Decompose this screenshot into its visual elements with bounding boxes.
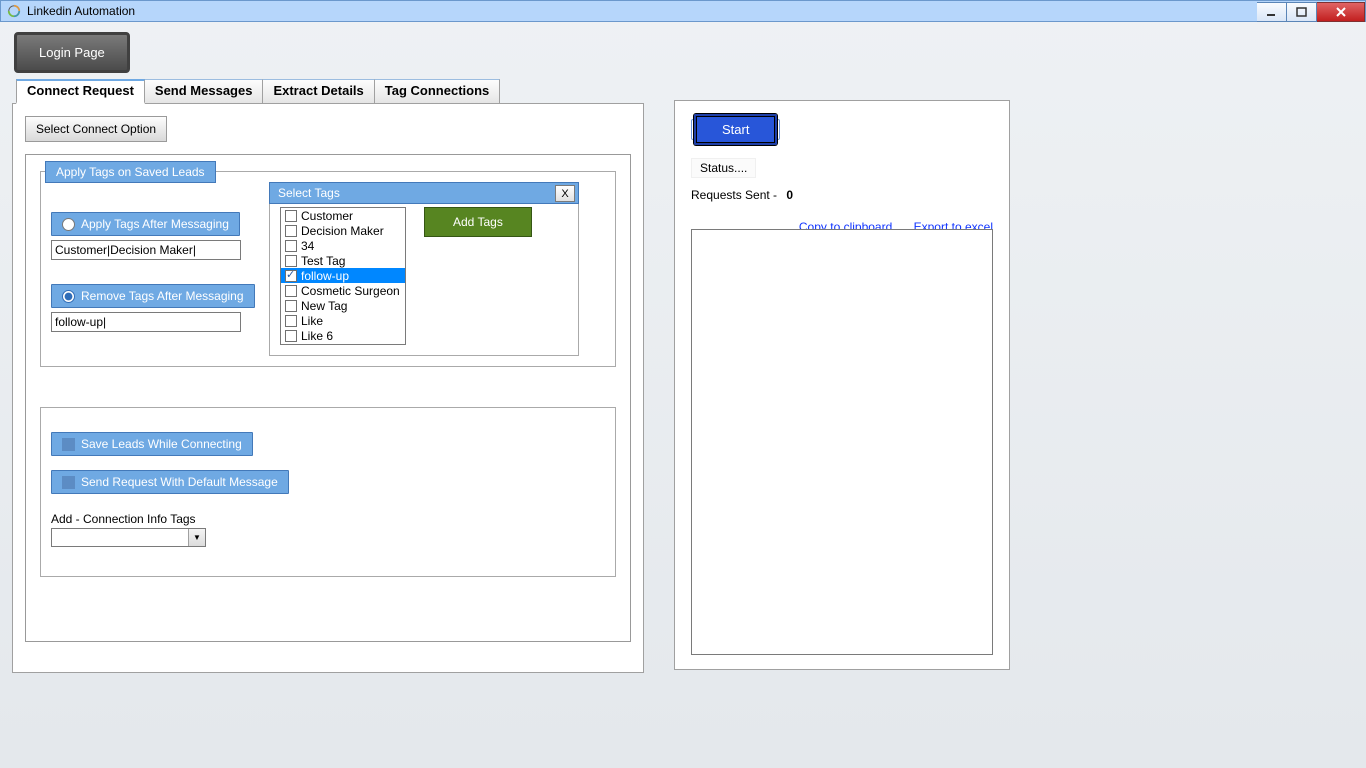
login-page-button[interactable]: Login Page bbox=[14, 32, 130, 73]
select-tags-legend: Select Tags bbox=[278, 186, 340, 200]
tag-item-checkbox[interactable] bbox=[285, 285, 297, 297]
apply-tags-after-label: Apply Tags After Messaging bbox=[81, 217, 229, 231]
window-minimize-button[interactable] bbox=[1257, 2, 1287, 22]
tab-page-connect-request: Select Connect Option Time Delay ( in se… bbox=[12, 103, 644, 673]
window-maximize-button[interactable] bbox=[1287, 2, 1317, 22]
tag-item-checkbox[interactable] bbox=[285, 300, 297, 312]
tag-item-checkbox[interactable] bbox=[285, 225, 297, 237]
chevron-down-icon: ▼ bbox=[188, 529, 205, 546]
tag-item-label: 34 bbox=[301, 239, 314, 253]
tab-extract-details[interactable]: Extract Details bbox=[262, 79, 374, 103]
tag-item-checkbox[interactable] bbox=[285, 330, 297, 342]
tag-item[interactable]: follow-up bbox=[281, 268, 405, 283]
save-leads-label: Save Leads While Connecting bbox=[81, 437, 242, 451]
tab-tag-connections[interactable]: Tag Connections bbox=[374, 79, 500, 103]
window-title: Linkedin Automation bbox=[27, 4, 135, 18]
tag-item-label: Decision Maker bbox=[301, 224, 384, 238]
tag-item-label: New Tag bbox=[301, 299, 347, 313]
right-panel: Start Status.... Requests Sent - 0 Copy … bbox=[674, 100, 1010, 670]
app-icon bbox=[7, 4, 21, 18]
connect-options-scroll[interactable]: Time Delay ( in secs) ▲ ▼ How many reque… bbox=[25, 154, 631, 642]
tag-item-label: Like bbox=[301, 314, 323, 328]
tag-item-checkbox[interactable] bbox=[285, 255, 297, 267]
apply-tags-after-radio[interactable]: Apply Tags After Messaging bbox=[51, 212, 240, 236]
connection-info-tags-dropdown[interactable]: ▼ bbox=[51, 528, 206, 547]
remove-tags-text[interactable] bbox=[51, 312, 241, 332]
connection-info-tags-label: Add - Connection Info Tags bbox=[51, 512, 605, 526]
tag-item[interactable]: Decision Maker bbox=[281, 223, 405, 238]
log-textbox[interactable] bbox=[691, 229, 993, 655]
tags-checkedlistbox[interactable]: CustomerDecision Maker34Test Tagfollow-u… bbox=[280, 207, 406, 345]
window-titlebar: Linkedin Automation bbox=[0, 0, 1366, 22]
tag-item[interactable]: Customer bbox=[281, 208, 405, 223]
requests-sent-value: 0 bbox=[786, 188, 793, 202]
window-close-button[interactable] bbox=[1317, 2, 1365, 22]
tag-item-checkbox[interactable] bbox=[285, 240, 297, 252]
apply-tags-groupbox-legend: Apply Tags on Saved Leads bbox=[45, 161, 216, 183]
select-connect-option-button[interactable]: Select Connect Option bbox=[25, 116, 167, 142]
tag-item[interactable]: Like 6 bbox=[281, 328, 405, 343]
select-tags-close-button[interactable]: X bbox=[555, 185, 575, 202]
connection-info-tags-value bbox=[52, 529, 188, 546]
select-tags-panel: Select Tags X CustomerDecision Maker34Te… bbox=[269, 182, 579, 356]
tag-item[interactable]: Like bbox=[281, 313, 405, 328]
tag-item-checkbox[interactable] bbox=[285, 315, 297, 327]
tag-item-label: Cosmetic Surgeon bbox=[301, 284, 400, 298]
tag-item-label: Like 6 bbox=[301, 329, 333, 343]
default-message-checkbox[interactable]: Send Request With Default Message bbox=[51, 470, 289, 494]
tag-item[interactable]: 34 bbox=[281, 238, 405, 253]
default-message-label: Send Request With Default Message bbox=[81, 475, 278, 489]
remove-tags-after-label: Remove Tags After Messaging bbox=[81, 289, 244, 303]
requests-sent-label: Requests Sent - bbox=[691, 188, 777, 202]
apply-tags-text[interactable] bbox=[51, 240, 241, 260]
tag-item[interactable]: Cosmetic Surgeon bbox=[281, 283, 405, 298]
tab-connect-request[interactable]: Connect Request bbox=[16, 79, 145, 104]
tag-item-label: Customer bbox=[301, 209, 353, 223]
tag-item[interactable]: New Tag bbox=[281, 298, 405, 313]
add-tags-button[interactable]: Add Tags bbox=[424, 207, 532, 237]
tag-item-checkbox[interactable] bbox=[285, 210, 297, 222]
tag-item-checkbox[interactable] bbox=[285, 270, 297, 282]
tag-item-label: follow-up bbox=[301, 269, 349, 283]
tab-send-messages[interactable]: Send Messages bbox=[144, 79, 264, 103]
start-button[interactable]: Start bbox=[694, 114, 777, 145]
remove-tags-after-radio[interactable]: Remove Tags After Messaging bbox=[51, 284, 255, 308]
tag-item-label: Test Tag bbox=[301, 254, 345, 268]
tab-control: Connect RequestSend MessagesExtract Deta… bbox=[12, 79, 644, 673]
tag-item[interactable]: Test Tag bbox=[281, 253, 405, 268]
status-label: Status.... bbox=[691, 158, 756, 178]
save-leads-checkbox[interactable]: Save Leads While Connecting bbox=[51, 432, 253, 456]
